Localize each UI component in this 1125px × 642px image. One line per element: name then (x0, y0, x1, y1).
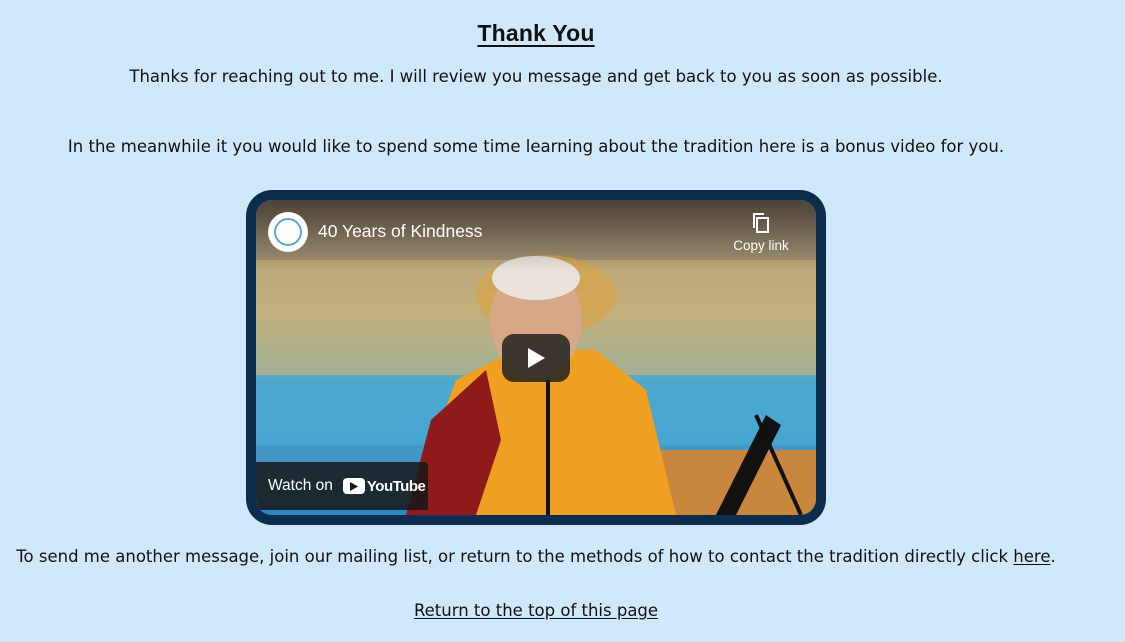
video-title[interactable]: 40 Years of Kindness (318, 221, 482, 242)
contact-suffix: . (1050, 547, 1056, 566)
watch-on-label: Watch on (268, 477, 333, 494)
contact-text: To send me another message, join our mai… (0, 547, 1072, 566)
return-to-top-link[interactable]: Return to the top of this page (0, 601, 1072, 620)
page: Thank You Thanks for reaching out to me.… (0, 0, 1125, 642)
copy-link-label: Copy link (733, 238, 789, 253)
youtube-icon (342, 478, 365, 494)
copy-icon (753, 213, 769, 233)
youtube-label: YouTube (366, 477, 426, 495)
channel-avatar[interactable] (268, 212, 308, 252)
bonus-text: In the meanwhile it you would like to sp… (67, 137, 1005, 156)
video-frame: 40 Years of Kindness Copy link Watch on (246, 190, 826, 525)
watch-on-youtube-button[interactable]: Watch on YouTube (256, 462, 428, 510)
intro-text: Thanks for reaching out to me. I will re… (129, 67, 943, 86)
video-player[interactable]: 40 Years of Kindness Copy link Watch on (256, 200, 816, 515)
youtube-logo: YouTube (342, 477, 426, 495)
copy-link-button[interactable]: Copy link (726, 212, 796, 253)
play-icon (528, 348, 545, 368)
contact-here-link[interactable]: here (1013, 547, 1050, 566)
play-button[interactable] (502, 334, 570, 382)
page-title: Thank You (477, 20, 595, 46)
contact-prefix: To send me another message, join our mai… (16, 547, 1014, 566)
